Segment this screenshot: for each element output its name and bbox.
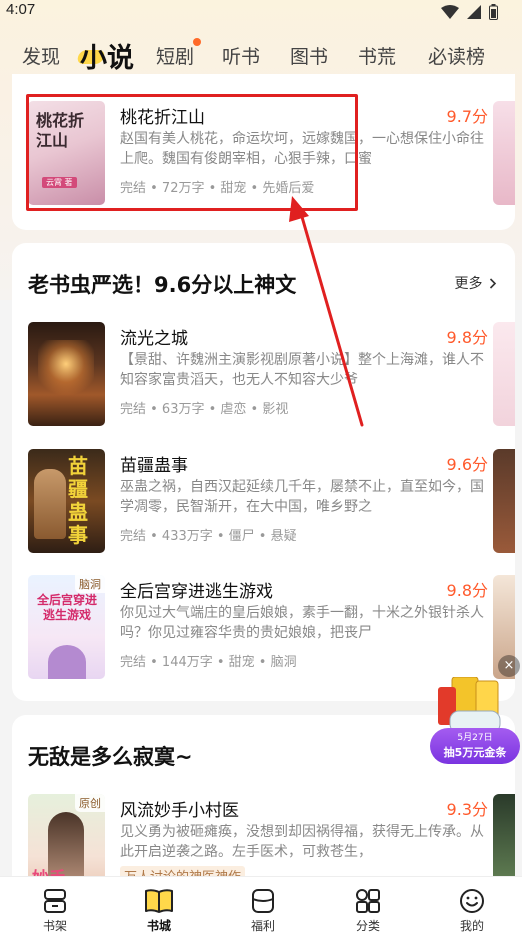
nav-welfare[interactable]: 福利 (233, 887, 293, 934)
status-icons (441, 4, 498, 20)
book-meta: 完结 • 63万字 • 虐恋 • 影视 (120, 402, 289, 417)
status-bar: 4:07 (0, 0, 522, 26)
book-item-houguan[interactable]: 全后宫穿进逃生游戏 脑洞 全后宫穿进逃生游戏 9.8分 你见过大气端庄的皇后娘娘… (28, 575, 488, 681)
cover-title: 全后宫穿进逃生游戏 (36, 593, 97, 622)
tab-books[interactable]: 图书 (290, 42, 328, 69)
book-desc: 巫蛊之祸，自西汉起延续几千年，屡禁不止，直至如今，国学凋零，民智渐开，在大中国，… (120, 479, 484, 515)
highlight-box (26, 94, 358, 211)
status-time: 4:07 (6, 1, 36, 18)
nav-profile[interactable]: 我的 (442, 887, 502, 934)
book-title: 风流妙手小村医 (120, 801, 239, 821)
cover-tag: 脑洞 (75, 575, 105, 593)
promo-widget[interactable]: × 5月27日 抽5万元金条 (428, 655, 522, 765)
book-item-miaojiang[interactable]: 苗疆蛊事 苗疆蛊事 9.6分 巫蛊之祸，自西汉起延续几千年，屡禁不止，直至如今，… (28, 449, 488, 555)
tab-discover[interactable]: 发现 (22, 42, 60, 69)
bookshelf-icon (44, 889, 66, 913)
picks-section-card: 老书虫严选！9.6分以上神文 更多 流光之城 9.8分 【景甜、许魏洲主演影视剧… (12, 243, 515, 701)
tab-must-read-list[interactable]: 必读榜 (428, 42, 485, 69)
cover-tag: 原创 (75, 794, 105, 812)
tab-audiobook[interactable]: 听书 (222, 42, 260, 69)
nav-category[interactable]: 分类 (338, 887, 398, 934)
book-meta: 完结 • 433万字 • 僵尸 • 悬疑 (120, 529, 297, 544)
bookstore-icon (145, 889, 173, 913)
signal-icon (467, 5, 481, 19)
book-cover[interactable]: 全后宫穿进逃生游戏 脑洞 (28, 575, 105, 679)
book-score: 9.8分 (446, 581, 488, 600)
next-book-cover-partial[interactable] (493, 322, 515, 426)
book-desc: 你见过大气端庄的皇后娘娘，素手一翻，十米之外银针杀人吗？你见过雍容华贵的贵妃娘娘… (120, 605, 484, 641)
nav-bookstore[interactable]: 书城 (129, 887, 189, 934)
gift-icon (252, 889, 274, 913)
nav-bookshelf[interactable]: 书架 (25, 887, 85, 934)
wifi-icon (441, 5, 459, 19)
book-title: 流光之城 (120, 329, 188, 349)
book-title: 全后宫穿进逃生游戏 (120, 582, 273, 602)
profile-icon (460, 889, 484, 913)
nav-label: 书架 (42, 919, 67, 933)
nav-label: 书城 (146, 919, 171, 933)
section-title: 无敌是多么寂寞~ (28, 745, 193, 769)
next-book-cover-partial[interactable] (493, 101, 515, 205)
book-meta: 完结 • 144万字 • 甜宠 • 脑洞 (120, 655, 297, 670)
battery-icon (489, 4, 498, 20)
promo-badge[interactable]: 5月27日 抽5万元金条 (430, 728, 520, 764)
book-desc: 【景甜、许魏洲主演影视剧原著小说】整个上海滩，谁人不知容家富贵滔天，也无人不知容… (120, 352, 484, 388)
cover-figure (34, 469, 66, 539)
more-label: 更多 (454, 276, 483, 292)
short-drama-badge-dot (193, 38, 201, 46)
next-book-cover-partial[interactable] (493, 449, 515, 553)
cover-title: 苗疆蛊事 (68, 454, 88, 547)
nav-label: 我的 (459, 919, 484, 933)
book-desc: 见义勇为被砸瘫痪，没想到却因祸得福，获得无上传承。从此开启逆袭之路。左手医术，可… (120, 824, 484, 860)
tab-book-shortage[interactable]: 书荒 (358, 42, 396, 69)
book-item-liuguang[interactable]: 流光之城 9.8分 【景甜、许魏洲主演影视剧原著小说】整个上海滩，谁人不知容家富… (28, 322, 488, 428)
promo-close-button[interactable]: × (498, 655, 520, 677)
tab-novel[interactable]: 小说 (80, 36, 134, 75)
category-icon (356, 889, 380, 913)
book-score: 9.6分 (446, 455, 488, 474)
nav-label: 福利 (250, 919, 275, 933)
bottom-nav: 书架 书城 福利 分类 我的 (0, 876, 522, 941)
book-title: 苗疆蛊事 (120, 456, 188, 476)
chevron-right-icon (489, 278, 497, 289)
more-link[interactable]: 更多 (455, 273, 497, 293)
book-score: 9.7分 (446, 107, 488, 126)
section-title: 老书虫严选！9.6分以上神文 (28, 273, 297, 297)
tab-short-drama[interactable]: 短剧 (156, 42, 194, 69)
nav-label: 分类 (355, 919, 380, 933)
book-score: 9.3分 (446, 800, 488, 819)
promo-date: 5月27日 (457, 733, 493, 743)
category-tabs: 发现 小说 短剧 听书 图书 书荒 必读榜 (0, 34, 522, 78)
book-cover[interactable] (28, 322, 105, 426)
book-score: 9.8分 (446, 328, 488, 347)
cover-art (38, 340, 94, 400)
book-cover[interactable]: 苗疆蛊事 (28, 449, 105, 553)
promo-text: 抽5万元金条 (443, 746, 507, 759)
cover-figure (48, 645, 86, 679)
